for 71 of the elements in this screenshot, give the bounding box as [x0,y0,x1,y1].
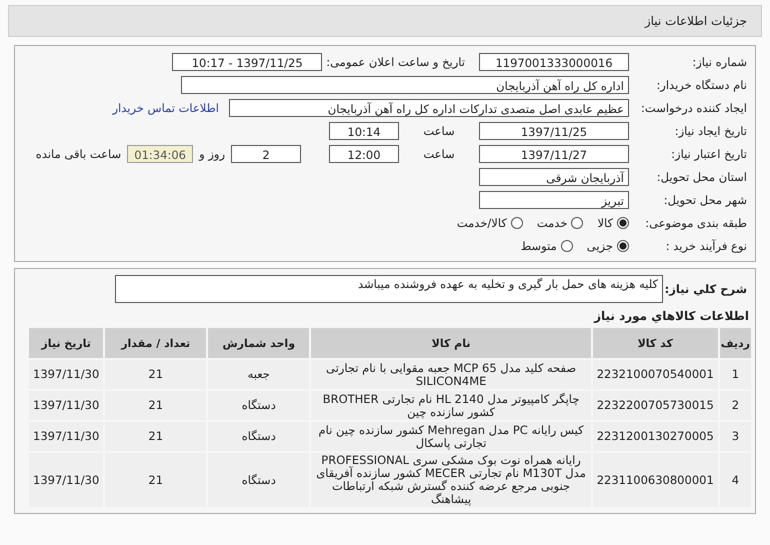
buyer-field: اداره کل راه آهن آذربایجان [181,76,629,94]
date-field: 1397/11/25 [479,122,629,140]
table-cell: 21 [105,453,206,507]
field-label: شرح کلي نياز: [664,282,748,296]
radio-option[interactable]: متوسط [520,238,573,252]
table-cell: 4 [720,453,751,507]
radio-button[interactable] [617,216,629,228]
table-cell: 21 [105,360,206,389]
section-title: اطلاعات کالاهاي مورد نياز [592,308,750,325]
description-field: کلیه هزینه های حمل بار گیری و تخلیه به عهده فروشنده میباشد [115,275,663,303]
radio-option[interactable]: جزیی [586,238,629,252]
table-cell: 2231100630800001 [592,453,718,507]
radio-option[interactable]: کالا/خدمت [456,216,523,230]
page-title: جزئیات اطلاعات نیاز [644,14,747,28]
table-cell: 2 [720,391,751,420]
remaining-time-field: 01:34:06 [127,144,194,162]
days-field: 2 [231,144,301,162]
field-label: ساعت باقی مانده [36,146,122,160]
radio-option[interactable]: خدمت [536,216,584,230]
table-cell: کیس رایانه PC مدل Mehregan کشور سازنده چین نام تجارتی پاسکال [311,422,591,451]
field-label: استان محل تحویل: [656,170,748,184]
table-cell: چاپگر کامپیوتر مدل HL 2140 نام تجارتی BROTHER کشور سازنده چین [311,391,591,420]
announce-date-field: 1397/11/25 - 10:17 [172,52,322,70]
field-label: ساعت [422,146,456,160]
table-cell: 2232100070540001 [592,360,718,389]
table-cell: 2232200705730015 [592,391,718,420]
table-cell: 1397/11/30 [29,453,104,507]
table-cell: 1397/11/30 [29,360,104,389]
column-header: تاریخ نیاز [29,328,104,358]
table-cell: دستگاه [208,391,310,420]
table-cell: صفحه کلید مدل MCP 65 جعبه مقوایی با نام تجارتی SILICON4ME [311,360,591,389]
table-cell: دستگاه [208,422,310,451]
field-label: نام دستگاه خریدار: [655,78,748,92]
table-cell: 2231200130270005 [592,422,718,451]
radio-button[interactable] [571,216,584,228]
column-header: تعداد / مقدار [105,328,206,358]
table-cell: 1 [720,360,751,389]
field-label: ساعت [422,124,456,138]
field-label: شهر محل تحویل: [662,192,748,206]
field-label: ایجاد کننده درخواست: [640,100,748,114]
table-cell: دستگاه [208,453,310,507]
field-label: شماره نیاز: [691,54,748,68]
radio-button[interactable] [510,216,523,228]
date-field: 1397/11/27 [479,144,629,162]
table-cell: 1397/11/30 [29,422,104,451]
table-cell: 3 [720,422,751,451]
creator-field: عظیم عابدی اصل متصدی تدارکات اداره کل راه آهن آذربایجان [229,98,629,116]
radio-button[interactable] [617,240,629,252]
province-field: آذربایجان شرقی [479,168,629,186]
field-label: تاریخ و ساعت اعلان عمومی: [326,54,465,68]
radio-button[interactable] [560,240,573,252]
field-label: روز و [199,146,225,160]
column-header: ردیف [720,328,751,358]
field-label: طبقه بندی موضوعی: [644,216,748,230]
column-header: واحد شمارش [208,328,310,358]
table-cell: رایانه همراه نوت بوک مشکی سری PROFESSIONAL مدل M130T نام تجارتی MECER کشور سازنده آفریقای جنوبی مرجع عرضه کننده گسترش شبکه ارتباطات پیشاهنگ [311,453,591,507]
field-label: نوع فرآیند خرید : [664,238,748,252]
field-label: تاریخ ایجاد نیاز: [674,124,748,138]
table-cell: جعبه [208,360,310,389]
column-header: نام کالا [311,328,591,358]
column-header: کد کالا [592,328,718,358]
buyer-contact-link[interactable]: اطلاعات تماس خریدار [112,100,219,114]
radio-option[interactable]: کالا [597,216,629,230]
need-number-field: 1197001333000016 [479,52,629,70]
time-field: 10:14 [329,122,399,140]
field-label: تاریخ اعتبار نیاز: [670,146,748,160]
table-cell: 1397/11/30 [29,391,104,420]
table-cell: 21 [105,391,206,420]
city-field: تبریز [479,190,629,208]
time-field: 12:00 [329,144,399,162]
table-cell: 21 [105,422,206,451]
